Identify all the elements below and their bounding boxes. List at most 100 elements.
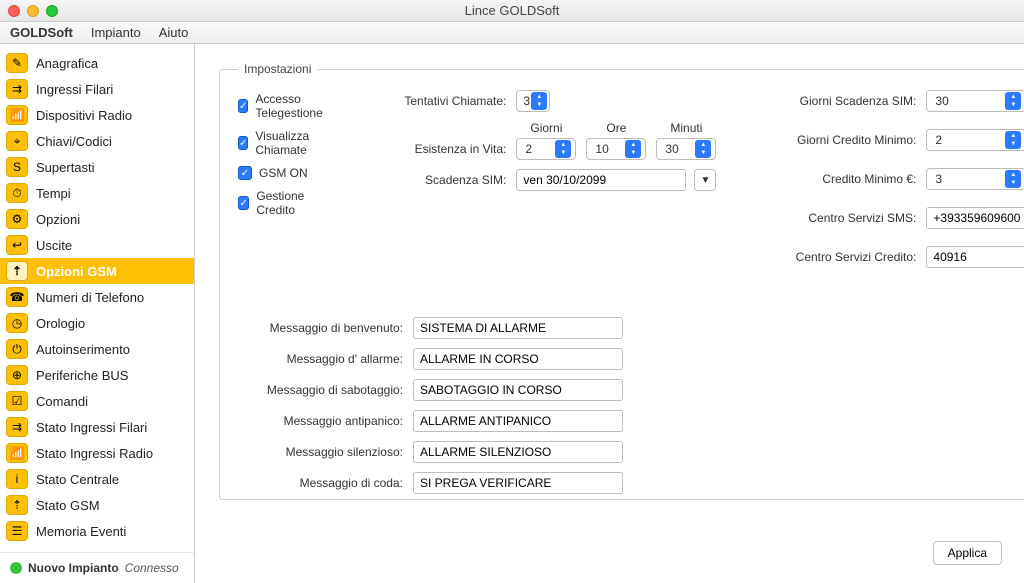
lbl-centro-servizi-sms: Centro Servizi SMS: [756,211,916,225]
centro-servizi-sms-field[interactable] [926,207,1024,229]
sidebar-item-label: Uscite [36,238,72,253]
sidebar-item-label: Stato Centrale [36,472,119,487]
credito-minimo-select[interactable]: 3 ▲▼ [926,168,1024,190]
nav-icon: ⚙ [6,209,28,229]
nav-icon: ⏱ [6,183,28,203]
sidebar-item-label: Autoinserimento [36,342,130,357]
menu-aiuto[interactable]: Aiuto [159,25,189,40]
msg-sabotaggio-field[interactable] [413,379,623,401]
stepper-icon: ▲▼ [695,140,711,158]
sidebar-item-orologio[interactable]: ◷Orologio [0,310,194,336]
status-connection: Connesso [125,561,179,575]
giorni-scadenza-sim-select[interactable]: 30 ▲▼ [926,90,1024,112]
sidebar-item-memoria-eventi[interactable]: ☰Memoria Eventi [0,518,194,544]
menubar: GOLDSoft Impianto Aiuto [0,22,1024,44]
sidebar-item-opzioni[interactable]: ⚙ Opzioni [0,206,194,232]
tentativi-chiamate-stepper[interactable]: 3 ▲▼ [516,90,550,112]
nav-icon: ⊕ [6,365,28,385]
msg-silenzioso-field[interactable] [413,441,623,463]
lbl-msg-sabotaggio: Messaggio di sabotaggio: [238,383,403,397]
window-title: Lince GOLDSoft [0,3,1024,18]
menu-impianto[interactable]: Impianto [91,25,141,40]
minimize-icon[interactable] [27,5,39,17]
nav-icon: ◷ [6,313,28,333]
sidebar-item-chiavi-codici[interactable]: ⌖ Chiavi/Codici [0,128,194,154]
lbl-msg-allarme: Messaggio d' allarme: [238,352,403,366]
sidebar-item-numeri-di-telefono[interactable]: ☎ Numeri di Telefono [0,284,194,310]
scadenza-sim-field[interactable] [516,169,686,191]
scadenza-sim-dropdown-button[interactable]: ▼ [694,169,716,191]
nav-icon: ⇡ [6,261,28,281]
col-ore: Ore [586,121,646,135]
sidebar-item-anagrafica[interactable]: ✎ Anagrafica [0,50,194,76]
chk-accesso-telegestione[interactable]: ✓ Accesso Telegestione [238,92,326,120]
nav-icon: 📶 [6,105,28,125]
nav-icon: ⇉ [6,417,28,437]
sidebar-item-stato-centrale[interactable]: iStato Centrale [0,466,194,492]
esistenza-ore-select[interactable]: 10 ▲▼ [586,138,646,160]
sidebar-item-ingressi-filari[interactable]: ⇉Ingressi Filari [0,76,194,102]
chk-gestione-credito[interactable]: ✓ Gestione Credito [238,189,326,217]
msg-allarme-field[interactable] [413,348,623,370]
sidebar-item-label: Stato GSM [36,498,100,513]
lbl-msg-coda: Messaggio di coda: [238,476,403,490]
nav-icon: ⌖ [6,131,28,151]
giorni-credito-minimo-select[interactable]: 2 ▲▼ [926,129,1024,151]
esistenza-giorni-select[interactable]: 2 ▲▼ [516,138,576,160]
nav-icon: ⇉ [6,79,28,99]
menu-goldsoft[interactable]: GOLDSoft [10,25,73,40]
sidebar-item-tempi[interactable]: ⏱ Tempi [0,180,194,206]
lbl-msg-antipanico: Messaggio antipanico: [238,414,403,428]
sidebar-item-dispositivi-radio[interactable]: 📶Dispositivi Radio [0,102,194,128]
col-giorni: Giorni [516,121,576,135]
sidebar-item-opzioni-gsm[interactable]: ⇡Opzioni GSM [0,258,194,284]
sidebar-item-label: Tempi [36,186,71,201]
sidebar-item-label: Numeri di Telefono [36,290,144,305]
sidebar-item-label: Stato Ingressi Radio [36,446,153,461]
fieldset-legend: Impostazioni [238,62,317,76]
sidebar-item-label: Chiavi/Codici [36,134,112,149]
sidebar-item-stato-gsm[interactable]: ⇡ Stato GSM [0,492,194,518]
stepper-icon: ▲▼ [555,140,571,158]
lbl-scadenza-sim: Scadenza SIM: [366,173,506,187]
lbl-giorni-credito-minimo: Giorni Credito Minimo: [756,133,916,147]
close-icon[interactable] [8,5,20,17]
checkbox-icon: ✓ [238,136,248,150]
chk-visualizza-chiamate[interactable]: ✓ Visualizza Chiamate [238,129,326,157]
stepper-icon: ▲▼ [1005,170,1021,188]
sidebar-item-supertasti[interactable]: SSupertasti [0,154,194,180]
maximize-icon[interactable] [46,5,58,17]
checkbox-icon: ✓ [238,196,249,210]
sidebar-item-label: Opzioni [36,212,80,227]
stepper-icon: ▲▼ [1005,131,1021,149]
sidebar-item-periferiche-bus[interactable]: ⊕ Periferiche BUS [0,362,194,388]
esistenza-minuti-select[interactable]: 30 ▲▼ [656,138,716,160]
centro-servizi-credito-field[interactable] [926,246,1024,268]
nav-icon: ⇡ [6,495,28,515]
sidebar-item-stato-ingressi-filari[interactable]: ⇉Stato Ingressi Filari [0,414,194,440]
sidebar-item-stato-ingressi-radio[interactable]: 📶Stato Ingressi Radio [0,440,194,466]
nav-icon: S [6,157,28,177]
msg-antipanico-field[interactable] [413,410,623,432]
applica-button[interactable]: Applica [933,541,1002,565]
lbl-centro-servizi-credito: Centro Servizi Credito: [756,250,916,264]
nav-icon: ↩ [6,235,28,255]
status-dot-icon [10,562,22,574]
checkbox-icon: ✓ [238,99,248,113]
chk-gsm-on[interactable]: ✓ GSM ON [238,166,326,180]
sidebar-item-label: Anagrafica [36,56,98,71]
connection-status: Nuovo Impianto Connesso [0,552,194,583]
nav-icon: ☎ [6,287,28,307]
msg-benvenuto-field[interactable] [413,317,623,339]
sidebar-item-comandi[interactable]: ☑Comandi [0,388,194,414]
window-titlebar: Lince GOLDSoft [0,0,1024,22]
sidebar-item-autoinserimento[interactable]: ⏻Autoinserimento [0,336,194,362]
lbl-esistenza-in-vita: Esistenza in Vita: [366,142,506,156]
msg-coda-field[interactable] [413,472,623,494]
content-panel: Impostazioni ✓ Accesso Telegestione ✓ Vi… [195,44,1024,583]
sidebar-item-label: Periferiche BUS [36,368,128,383]
sidebar-item-label: Memoria Eventi [36,524,126,539]
sidebar-item-uscite[interactable]: ↩ Uscite [0,232,194,258]
stepper-icon: ▲▼ [625,140,641,158]
nav-icon: ✎ [6,53,28,73]
